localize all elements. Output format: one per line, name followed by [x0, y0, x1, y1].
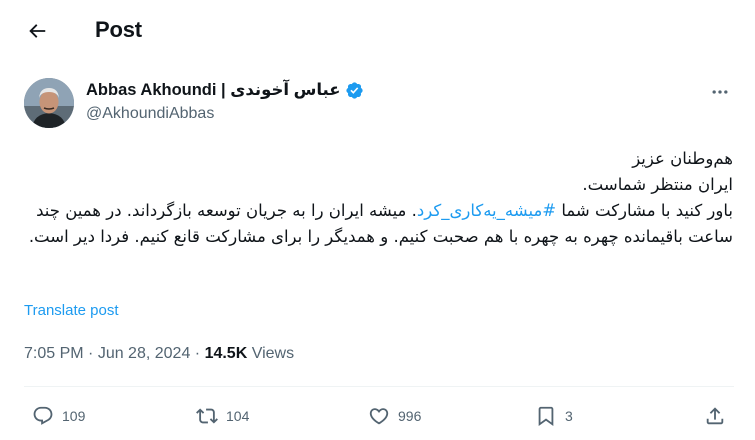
tweet-line: هم‌وطنان عزیز [632, 149, 733, 168]
like-button[interactable]: 996 [368, 404, 421, 428]
reply-icon [33, 406, 53, 425]
reply-count: 109 [62, 408, 86, 424]
tweet-meta: 7:05 PM · Jun 28, 2024 · 14.5K Views [24, 345, 294, 363]
views-count: 14.5K [204, 345, 248, 362]
back-arrow-icon [29, 24, 46, 38]
repost-count: 104 [226, 408, 250, 424]
meta-separator: · [83, 345, 98, 362]
author-handle[interactable]: @AkhoundiAbbas [86, 105, 214, 123]
reply-button[interactable]: 109 [32, 404, 85, 428]
top-bar: Post [0, 0, 755, 62]
translate-post-link[interactable]: Translate post [24, 302, 119, 319]
repost-button[interactable]: 104 [196, 404, 249, 428]
avatar[interactable] [24, 78, 74, 128]
avatar-image [24, 78, 74, 128]
like-icon [369, 408, 389, 425]
author-name-row[interactable]: Abbas Akhoundi | عباس آخوندی [86, 80, 364, 100]
bookmark-button[interactable]: 3 [535, 404, 573, 428]
meta-separator: · [190, 345, 205, 362]
bookmark-count: 3 [565, 408, 573, 424]
tweet-line: ایران منتظر شماست. [582, 175, 733, 194]
tweet-text: هم‌وطنان عزیز ایران منتظر شماست. باور کن… [18, 146, 733, 250]
share-button[interactable] [704, 404, 726, 428]
bookmark-icon [538, 406, 554, 427]
tweet-text-segment: باور کنید با مشارکت شما [556, 201, 733, 220]
verified-badge-icon[interactable] [345, 81, 364, 100]
repost-icon [196, 408, 218, 424]
page-title: Post [95, 17, 142, 42]
back-button[interactable] [18, 12, 56, 50]
tweet-paragraph: باور کنید با مشارکت شما #میشه_یه‌کاری_کر… [18, 198, 733, 250]
hashtag-link[interactable]: #میشه_یه‌کاری_کرد [417, 201, 556, 220]
author-display-name[interactable]: Abbas Akhoundi | عباس آخوندی [86, 80, 341, 100]
tweet-date[interactable]: Jun 28, 2024 [98, 345, 191, 362]
tweet-time[interactable]: 7:05 PM [24, 345, 84, 362]
more-icon [712, 90, 728, 94]
like-count: 996 [398, 408, 422, 424]
more-options-button[interactable] [704, 80, 736, 104]
views-label: Views [247, 345, 295, 362]
divider [24, 386, 734, 387]
share-icon [706, 407, 724, 425]
